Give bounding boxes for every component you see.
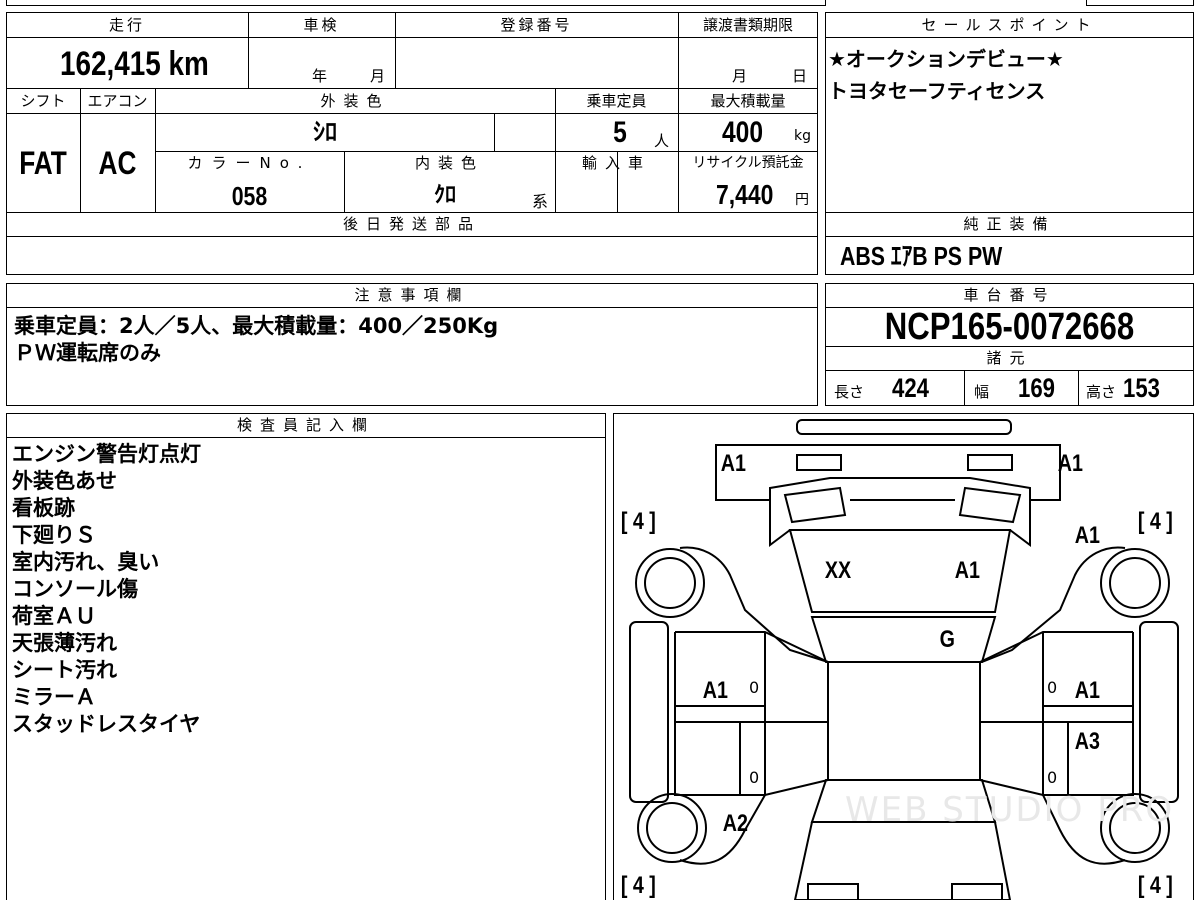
door-zero: 0 <box>1047 678 1058 697</box>
mark-front-right: A1 <box>1057 450 1083 477</box>
tire-rear-right: [ 4 ] <box>1137 872 1173 899</box>
watermark: WEB STUDIO PRO <box>845 790 1175 830</box>
mark-front-left: A1 <box>720 450 746 477</box>
door-zero: 0 <box>749 678 760 697</box>
mark-front-door-right: A1 <box>1074 677 1100 704</box>
tire-front-right: [ 4 ] <box>1137 508 1173 535</box>
mark-hood-right: A1 <box>954 557 980 584</box>
mark-rear-left: A2 <box>722 810 748 837</box>
tire-front-left: [ 4 ] <box>620 508 656 535</box>
mark-fender-right: A1 <box>1074 522 1100 549</box>
car-diagram <box>629 419 1179 900</box>
door-zero: 0 <box>749 768 760 787</box>
mark-windshield: G <box>939 626 955 653</box>
tire-rear-left: [ 4 ] <box>620 872 656 899</box>
mark-hood-left: XX <box>824 557 852 584</box>
mark-front-door-left: A1 <box>702 677 728 704</box>
door-zero: 0 <box>1047 768 1058 787</box>
mark-rear-door-right: A3 <box>1074 728 1100 755</box>
